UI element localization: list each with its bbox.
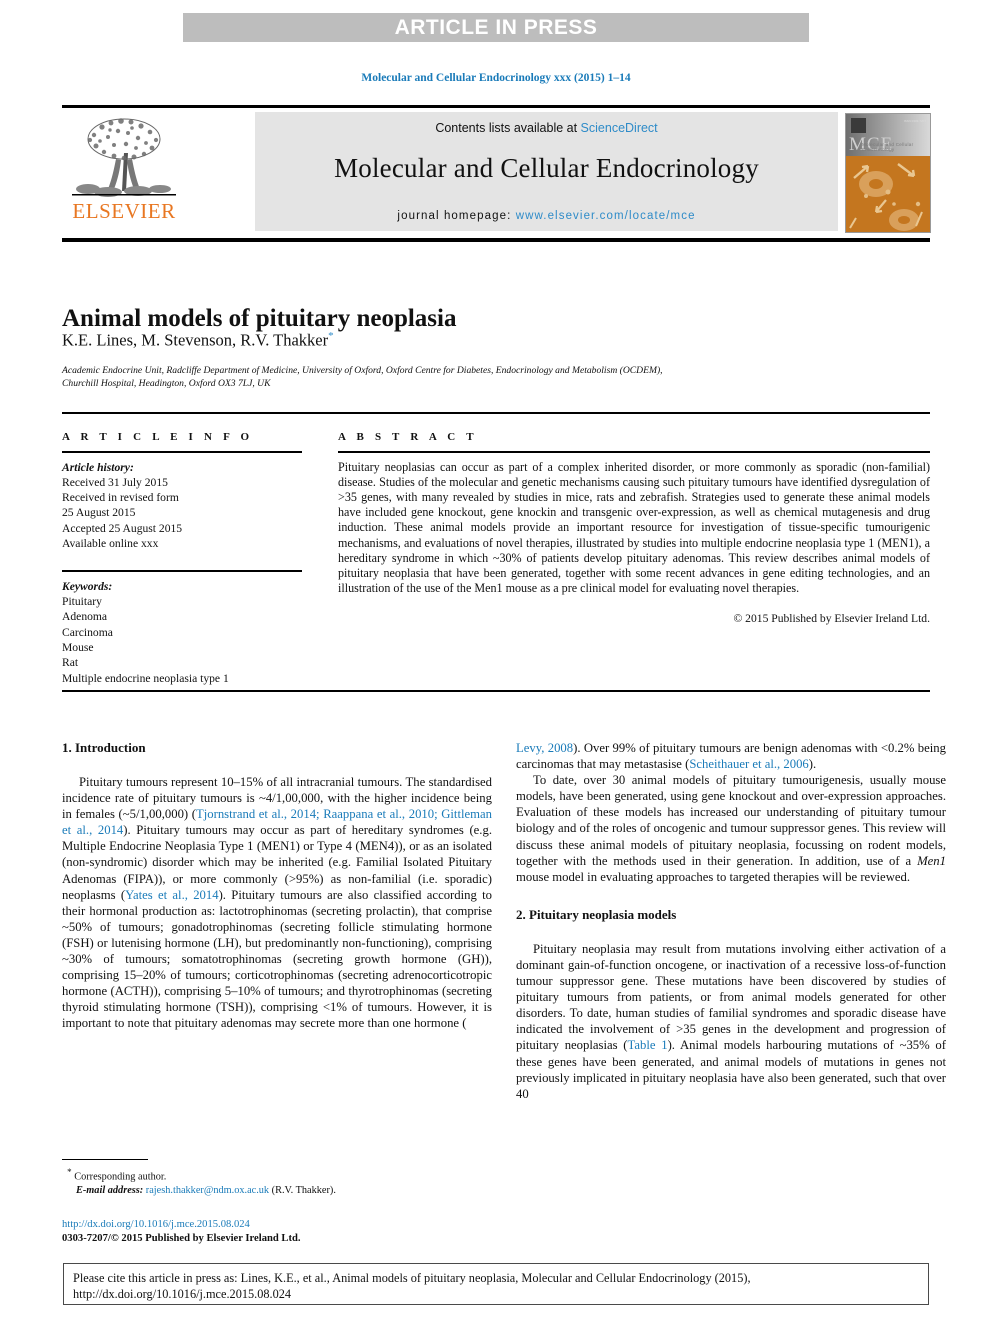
keyword-item: Adenoma bbox=[62, 610, 108, 624]
history-item: 25 August 2015 bbox=[62, 506, 136, 520]
cover-top-band: ISSN 0303-7207 MCE Molecular and Cellula… bbox=[846, 114, 930, 156]
citation-link-yates[interactable]: Yates et al., 2014 bbox=[125, 888, 219, 902]
cover-cell-illustration-icon bbox=[849, 163, 923, 231]
intro-text-e: ). bbox=[808, 757, 817, 772]
sciencedirect-link[interactable]: ScienceDirect bbox=[581, 121, 658, 135]
history-item: Accepted 25 August 2015 bbox=[62, 521, 183, 535]
citation-request-box: Please cite this article in press as: Li… bbox=[63, 1263, 929, 1305]
history-item: Received 31 July 2015 bbox=[62, 475, 168, 489]
cover-issn-text: ISSN 0303-7207 bbox=[903, 119, 926, 123]
corresponding-author-text: Corresponding author. bbox=[74, 1171, 167, 1183]
body-column-left: 1. Introduction Pituitary tumours repres… bbox=[62, 740, 492, 1032]
table-1-link[interactable]: Table 1 bbox=[628, 1038, 668, 1052]
keywords-label: Keywords: bbox=[62, 579, 113, 593]
info-band-top-rule bbox=[62, 412, 930, 414]
abstract-rule bbox=[338, 451, 930, 453]
cover-artwork bbox=[846, 156, 930, 232]
elsevier-wordmark: ELSEVIER bbox=[72, 199, 176, 223]
history-item: Available online xxx bbox=[62, 536, 159, 550]
keyword-item: Pituitary bbox=[62, 595, 102, 609]
journal-masthead: ELSEVIER Contents lists available at Sci… bbox=[62, 105, 931, 242]
abstract-column: A B S T R A C T Pituitary neoplasias can… bbox=[338, 431, 930, 625]
masthead-center-panel: Contents lists available at ScienceDirec… bbox=[255, 112, 838, 231]
corresponding-author-marker: * bbox=[328, 330, 334, 342]
keywords-group: Keywords: Pituitary Adenoma Carcinoma Mo… bbox=[62, 579, 302, 686]
journal-homepage-link[interactable]: www.elsevier.com/locate/mce bbox=[516, 210, 696, 222]
history-item: Received in revised form bbox=[62, 491, 179, 505]
masthead-bottom-rule bbox=[62, 238, 930, 242]
email-link[interactable]: rajesh.thakker@ndm.ox.ac.uk bbox=[146, 1185, 269, 1196]
footnote-star-marker: * bbox=[67, 1167, 72, 1177]
journal-homepage-label: journal homepage: bbox=[397, 210, 512, 222]
keyword-item: Mouse bbox=[62, 640, 94, 654]
abstract-heading: A B S T R A C T bbox=[338, 431, 478, 443]
keyword-item: Carcinoma bbox=[62, 625, 113, 639]
issn-copyright-line: 0303-7207/© 2015 Published by Elsevier I… bbox=[62, 1233, 301, 1244]
intro-text-c: ). Pituitary tumours are also classified… bbox=[62, 887, 492, 1031]
gene-name-men1: Men1 bbox=[917, 853, 946, 868]
affiliation-line-1: Academic Endocrine Unit, Radcliffe Depar… bbox=[62, 365, 663, 376]
introduction-paragraph-2: To date, over 30 animal models of pituit… bbox=[516, 772, 946, 885]
corresponding-author-note: * Corresponding author. bbox=[62, 1166, 492, 1184]
cover-subtitle: Molecular and Cellular Endocrinology bbox=[862, 142, 914, 152]
journal-homepage-line: journal homepage: www.elsevier.com/locat… bbox=[255, 210, 838, 222]
citation-link-levy[interactable]: Levy, 2008 bbox=[516, 741, 573, 755]
email-label: E-mail address: bbox=[76, 1185, 144, 1197]
cover-mini-logo-icon bbox=[851, 118, 866, 133]
section-heading-introduction: 1. Introduction bbox=[62, 740, 146, 755]
contents-lists-line: Contents lists available at ScienceDirec… bbox=[255, 112, 838, 135]
footnote-rule bbox=[62, 1159, 148, 1160]
contents-lists-prefix: Contents lists available at bbox=[435, 121, 581, 135]
article-info-column: A R T I C L E I N F O Article history: R… bbox=[62, 431, 302, 686]
email-owner: (R.V. Thakker). bbox=[271, 1185, 336, 1197]
journal-reference-line: Molecular and Cellular Endocrinology xxx… bbox=[361, 72, 631, 84]
article-in-press-banner: ARTICLE IN PRESS bbox=[183, 13, 809, 42]
masthead-top-rule bbox=[62, 105, 930, 108]
introduction-paragraph-1: Pituitary tumours represent 10–15% of al… bbox=[62, 774, 492, 1032]
abstract-text: Pituitary neoplasias can occur as part o… bbox=[338, 459, 930, 596]
abstract-copyright: © 2015 Published by Elsevier Ireland Ltd… bbox=[733, 612, 930, 626]
keyword-item: Rat bbox=[62, 656, 79, 670]
elsevier-tree-icon bbox=[72, 118, 176, 197]
article-history-label: Article history: bbox=[62, 460, 134, 474]
citation-link-scheithauer[interactable]: Scheithauer et al., 2006 bbox=[689, 757, 808, 771]
introduction-paragraph-1-continued: Levy, 2008). Over 99% of pituitary tumou… bbox=[516, 740, 946, 772]
intro2-text-b: mouse model in evaluating approaches to … bbox=[516, 869, 910, 884]
article-info-rule bbox=[62, 451, 302, 453]
page-title: Animal models of pituitary neoplasia bbox=[62, 304, 457, 332]
journal-title: Molecular and Cellular Endocrinology bbox=[334, 153, 759, 183]
intro2-text-a: To date, over 30 animal models of pituit… bbox=[516, 773, 946, 868]
article-history-group: Article history: Received 31 July 2015 R… bbox=[62, 460, 302, 552]
footnote-block: * Corresponding author. E-mail address: … bbox=[62, 1159, 492, 1198]
section2-paragraph-1: Pituitary neoplasia may result from muta… bbox=[516, 941, 946, 1102]
doi-link[interactable]: http://dx.doi.org/10.1016/j.mce.2015.08.… bbox=[62, 1218, 492, 1232]
journal-cover-thumbnail: ISSN 0303-7207 MCE Molecular and Cellula… bbox=[845, 113, 931, 233]
citation-request-text: Please cite this article in press as: Li… bbox=[73, 1271, 751, 1301]
info-band-bottom-rule bbox=[62, 690, 930, 692]
affiliation-line-2: Churchill Hospital, Headington, Oxford O… bbox=[62, 378, 271, 389]
sec2-text-a: Pituitary neoplasia may result from muta… bbox=[516, 941, 946, 1053]
article-in-press-label: ARTICLE IN PRESS bbox=[394, 15, 598, 39]
author-list: K.E. Lines, M. Stevenson, R.V. Thakker* bbox=[62, 330, 842, 351]
section-heading-pituitary-neoplasia-models: 2. Pituitary neoplasia models bbox=[516, 906, 677, 922]
author-names: K.E. Lines, M. Stevenson, R.V. Thakker bbox=[62, 330, 329, 350]
keywords-rule bbox=[62, 570, 302, 572]
doi-block: http://dx.doi.org/10.1016/j.mce.2015.08.… bbox=[62, 1218, 492, 1246]
affiliation: Academic Endocrine Unit, Radcliffe Depar… bbox=[62, 364, 882, 390]
email-note: E-mail address: rajesh.thakker@ndm.ox.ac… bbox=[62, 1184, 492, 1198]
keyword-item: Multiple endocrine neoplasia type 1 bbox=[62, 671, 229, 685]
elsevier-logo: ELSEVIER bbox=[64, 113, 184, 233]
body-column-right: Levy, 2008). Over 99% of pituitary tumou… bbox=[516, 740, 946, 1102]
article-info-heading: A R T I C L E I N F O bbox=[62, 431, 254, 443]
